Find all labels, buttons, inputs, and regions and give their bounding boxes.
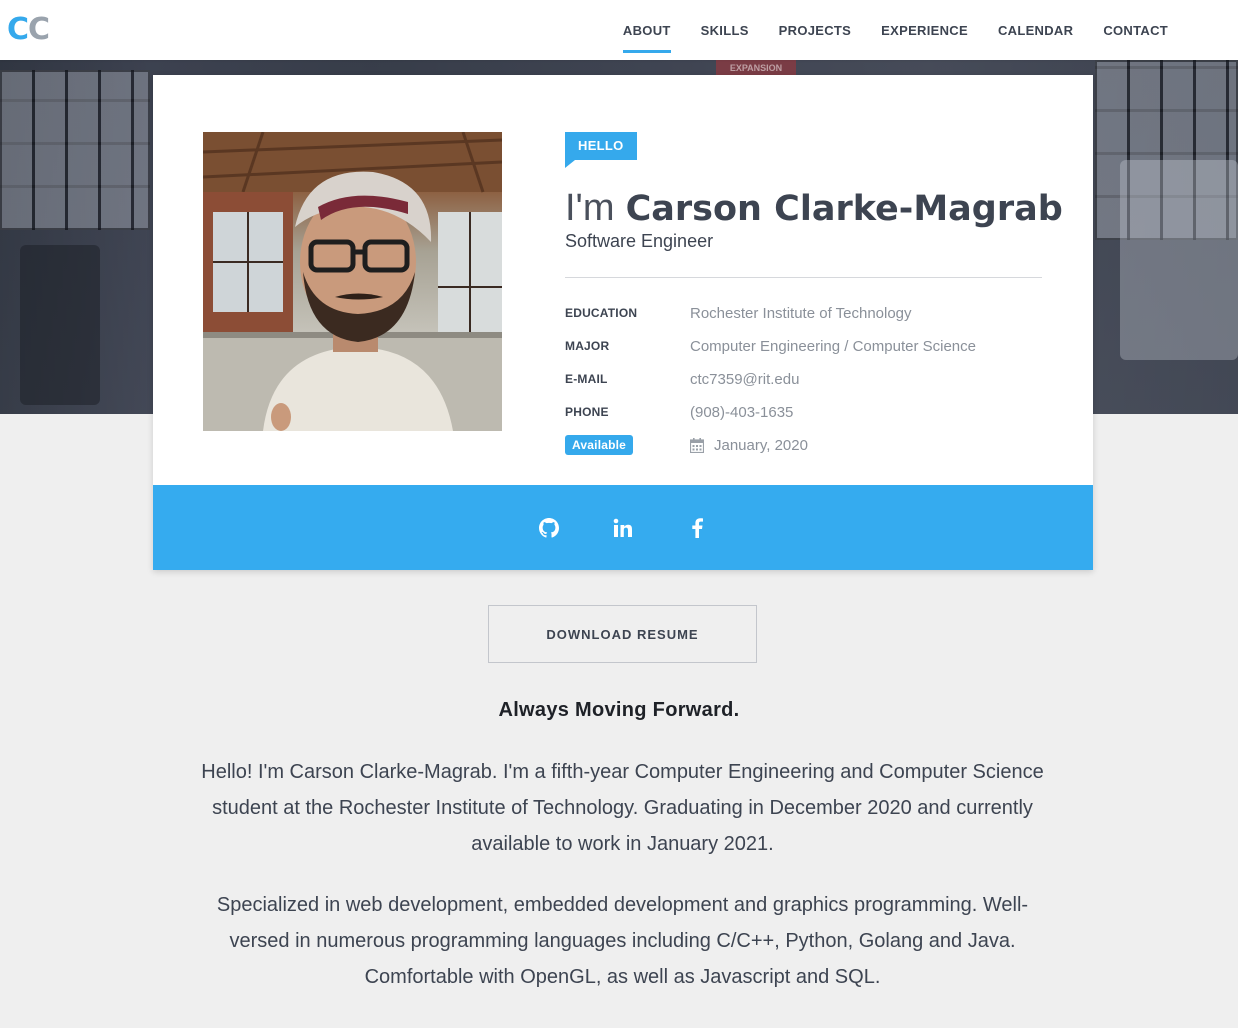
info-row-major: MAJOR Computer Engineering / Computer Sc… — [565, 335, 1042, 357]
availability-value: January, 2020 — [690, 437, 808, 454]
profile-photo-illustration — [203, 132, 502, 431]
nav-link-contact[interactable]: CONTACT — [1103, 0, 1168, 60]
background-chair — [20, 245, 100, 405]
info-value: Computer Engineering / Computer Science — [690, 337, 976, 355]
nav-link-about[interactable]: ABOUT — [622, 0, 671, 60]
site-logo[interactable]: CC — [7, 12, 50, 47]
info-label: MAJOR — [565, 339, 610, 353]
motto-heading: Always Moving Forward. — [498, 699, 740, 721]
availability-date: January, 2020 — [714, 436, 808, 454]
hello-badge: HELLO — [565, 132, 637, 168]
social-bar — [153, 485, 1093, 570]
nav-link-calendar[interactable]: CALENDAR — [998, 0, 1073, 60]
nav-link-experience[interactable]: EXPERIENCE — [881, 0, 968, 60]
available-badge: Available — [565, 435, 634, 455]
info-row-phone: PHONE (908)-403-1635 — [565, 401, 1042, 423]
background-sign: EXPANSION — [716, 60, 796, 76]
info-value: Rochester Institute of Technology — [690, 304, 912, 322]
email-link[interactable]: ctc7359@rit.edu — [690, 371, 799, 388]
info-value: (908)-403-1635 — [690, 403, 794, 421]
facebook-icon[interactable] — [683, 514, 711, 542]
availability-label: Available — [565, 435, 690, 455]
profile-name: Carson Clarke-Magrab — [625, 189, 1063, 229]
github-icon[interactable] — [535, 514, 563, 542]
profile-divider — [565, 277, 1042, 278]
info-row-education: EDUCATION Rochester Institute of Technol… — [565, 302, 1042, 324]
profile-card: HELLO I'm Carson Clarke-Magrab Software … — [153, 75, 1093, 570]
profile-photo — [203, 132, 502, 431]
calendar-icon — [690, 437, 704, 453]
top-navigation: CC ABOUT SKILLS PROJECTS EXPERIENCE CALE… — [0, 0, 1238, 60]
info-row-email: E-MAIL ctc7359@rit.edu — [565, 368, 1042, 390]
about-paragraph-2: Specialized in web development, embedded… — [216, 894, 1029, 988]
nav-links: ABOUT SKILLS PROJECTS EXPERIENCE CALENDA… — [593, 0, 1168, 60]
info-label: E-MAIL — [565, 372, 608, 386]
logo-letter-2: C — [28, 12, 50, 47]
download-resume-button[interactable]: DOWNLOAD RESUME — [488, 605, 757, 663]
about-paragraph-1: Hello! I'm Carson Clarke-Magrab. I'm a f… — [201, 761, 1044, 855]
background-window — [0, 70, 150, 230]
profile-name-heading: I'm Carson Clarke-Magrab — [565, 185, 1063, 232]
logo-letter-1: C — [7, 12, 29, 47]
info-row-availability: Available January, 2020 — [565, 434, 1042, 456]
info-label: EDUCATION — [565, 306, 638, 320]
greeting-text: I'm — [565, 187, 615, 229]
nav-link-skills[interactable]: SKILLS — [701, 0, 749, 60]
nav-link-projects[interactable]: PROJECTS — [779, 0, 851, 60]
info-label: PHONE — [565, 405, 609, 419]
background-chair — [1120, 160, 1238, 360]
profile-title: Software Engineer — [565, 231, 714, 251]
linkedin-icon[interactable] — [609, 514, 637, 542]
